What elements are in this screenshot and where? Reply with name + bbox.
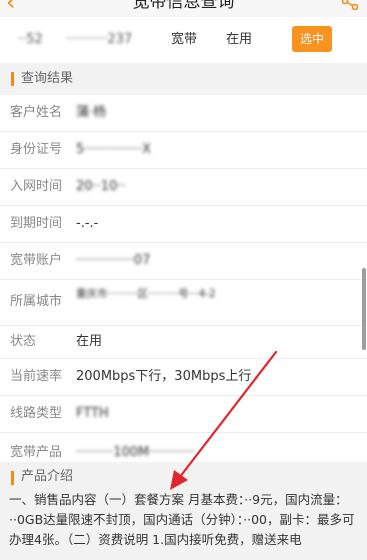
field-row-status: 状态 在用 — [0, 326, 367, 359]
field-row-speed: 当前速率 200Mbps下行，30Mbps上行 — [0, 359, 367, 396]
field-label: 宽带产品 — [10, 445, 63, 460]
account-bar: ··52 ··········237 宽带 在用 选中 — [0, 17, 367, 63]
field-row-city: 所属城市 重庆市·········区·········号···4-2 — [0, 280, 367, 326]
product-description: 一、销售品内容（一）套餐方案 月基本费：··9元，国内流量：··0GB达量限速不… — [0, 490, 367, 560]
product-section-title: 产品介绍 — [21, 469, 74, 484]
section-accent-bar — [11, 72, 14, 86]
field-label: 当前速率 — [10, 369, 63, 384]
field-value: 5··············X — [76, 142, 152, 157]
field-label: 客户姓名 — [10, 105, 63, 120]
account-number: ··········237 — [66, 32, 133, 47]
field-label: 身份证号 — [10, 142, 63, 157]
field-value: 重庆市·········区·········号···4-2 — [76, 288, 216, 300]
field-label: 宽带账户 — [10, 253, 63, 268]
product-section-header: 产品介绍 — [0, 462, 367, 490]
field-value: 200Mbps下行，30Mbps上行 — [76, 369, 252, 384]
account-status: 在用 — [226, 32, 253, 47]
scrollbar-thumb[interactable] — [362, 268, 366, 350]
field-row-line-type: 线路类型 FTTH — [0, 396, 367, 433]
account-type: 宽带 — [171, 32, 198, 47]
page-title: 宽带信息查询 — [132, 0, 235, 12]
select-button[interactable]: 选中 — [292, 26, 332, 52]
field-value: ·········100M··········· — [76, 445, 195, 460]
field-value: FTTH — [76, 406, 109, 421]
field-label: 到期时间 — [10, 216, 63, 231]
field-value: 蒲·杨 — [76, 105, 107, 120]
result-section-header: 查询结果 — [0, 63, 367, 97]
field-label: 线路类型 — [10, 406, 63, 421]
field-row-account: 宽带账户 ··············07 — [0, 243, 367, 280]
field-label: 状态 — [10, 334, 37, 349]
app-header: ‹ 宽带信息查询 — [0, 0, 367, 17]
share-icon[interactable] — [341, 0, 359, 10]
result-section-title: 查询结果 — [21, 71, 74, 86]
field-value: 20··10·· — [76, 179, 126, 194]
section-accent-bar — [11, 471, 14, 485]
field-row-expiry: 到期时间 -.-.- — [0, 206, 367, 243]
field-row-join-date: 入网时间 20··10·· — [0, 169, 367, 206]
field-value: 在用 — [76, 334, 103, 349]
result-list: 客户姓名 蒲·杨 身份证号 5··············X 入网时间 20··… — [0, 95, 367, 462]
scrollbar[interactable] — [361, 63, 367, 560]
field-row-id: 身份证号 5··············X — [0, 132, 367, 169]
field-value: -.-.- — [76, 216, 99, 231]
field-label: 入网时间 — [10, 179, 63, 194]
field-value: ··············07 — [76, 253, 151, 268]
field-row-name: 客户姓名 蒲·杨 — [0, 95, 367, 132]
account-short: ··52 — [18, 32, 43, 47]
field-label: 所属城市 — [10, 294, 63, 309]
